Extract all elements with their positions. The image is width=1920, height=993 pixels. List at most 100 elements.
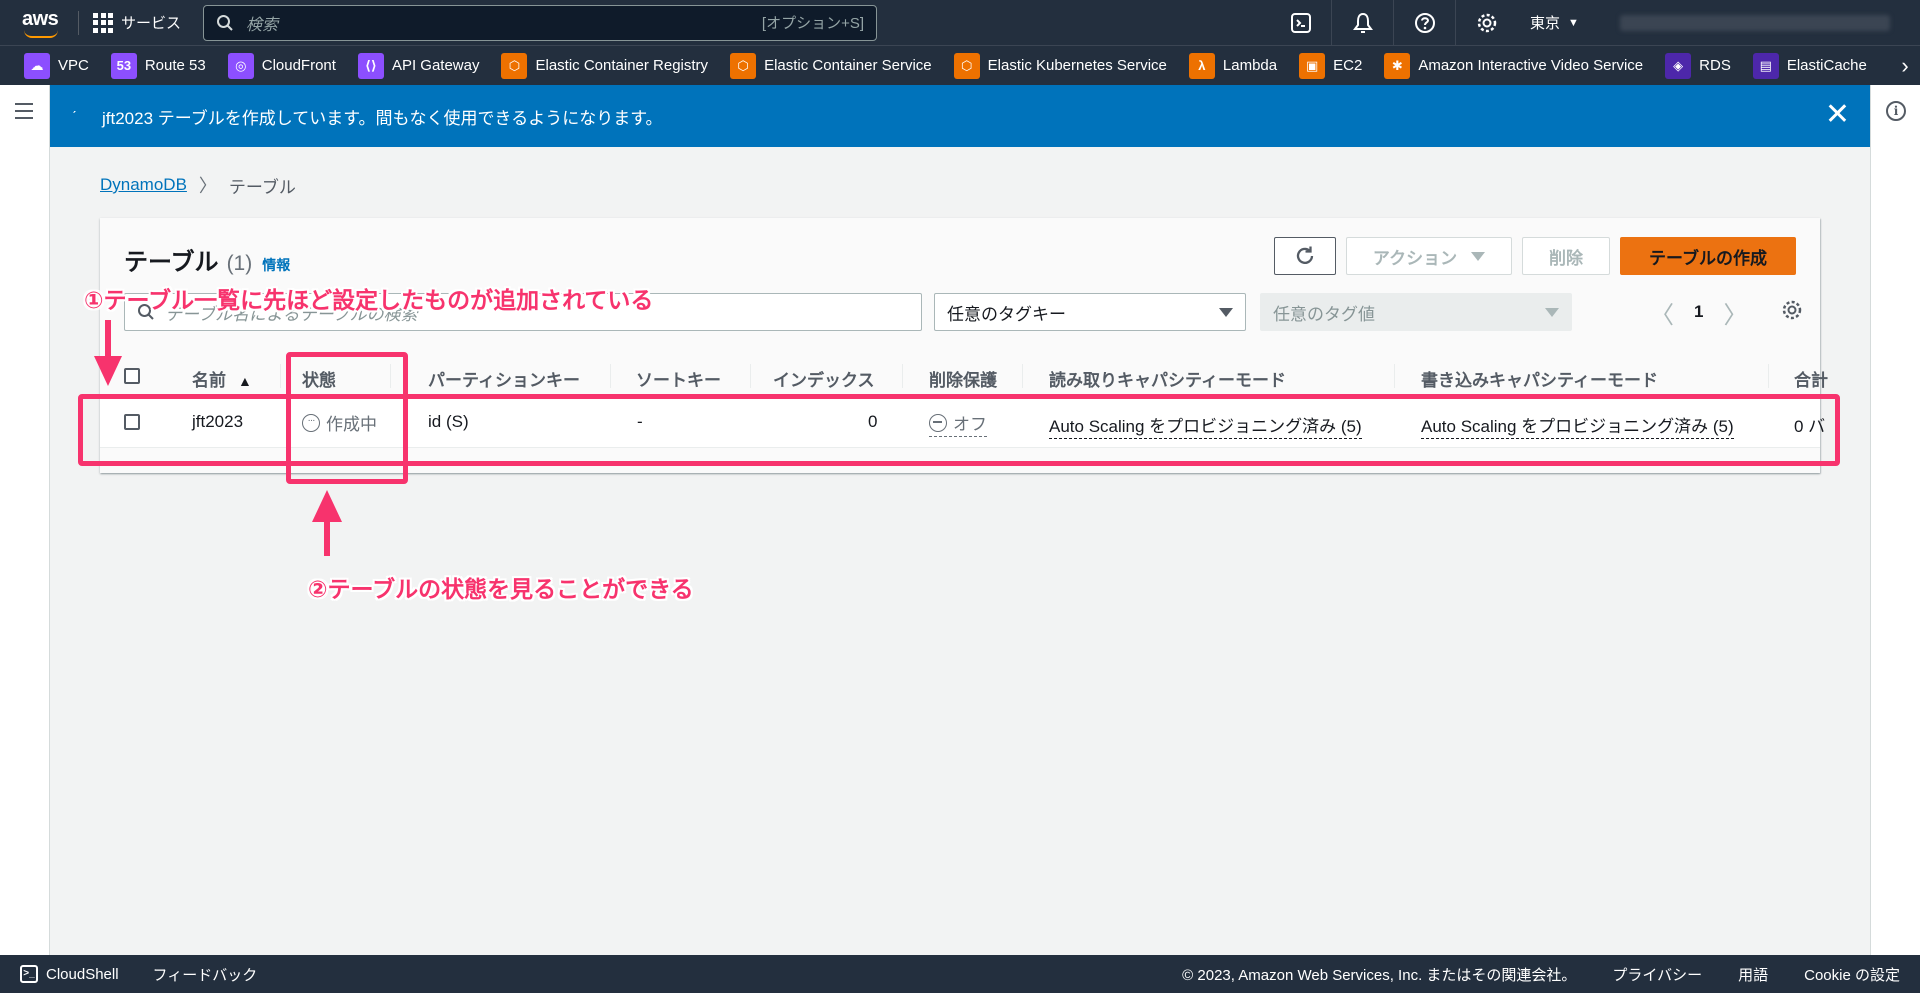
feedback-link[interactable]: フィードバック: [153, 964, 258, 985]
service-icon: ▣: [1299, 52, 1326, 79]
right-side-rail: i: [1870, 85, 1920, 955]
favorite-item[interactable]: 53 Route 53: [110, 52, 206, 79]
create-table-button[interactable]: テーブルの作成: [1620, 237, 1796, 275]
favorite-label: CloudFront: [261, 57, 336, 74]
favorite-item[interactable]: ⬡ Elastic Container Service: [730, 52, 932, 79]
refresh-icon: [1296, 246, 1314, 264]
favorite-item[interactable]: ⬡ Elastic Kubernetes Service: [953, 52, 1167, 79]
cloudshell-label: CloudShell: [46, 965, 119, 983]
favorite-item[interactable]: ◎ CloudFront: [227, 52, 336, 79]
column-header-sort-key[interactable]: ソートキー: [636, 366, 721, 391]
annotation-note-2: ②テーブルの状態を見ることができる: [308, 576, 694, 602]
favorite-label: Route 53: [144, 57, 206, 74]
favorite-label: EC2: [1333, 57, 1363, 74]
refresh-button[interactable]: [1274, 237, 1336, 275]
flash-notification: ˊ jft2023 テーブルを作成しています。間もなく使用できるようになります。…: [50, 85, 1870, 147]
chevron-right-icon[interactable]: 〉: [1723, 295, 1747, 330]
gear-icon: [1783, 300, 1802, 319]
footer-links: © 2023, Amazon Web Services, Inc. またはその関…: [1182, 964, 1900, 985]
terminal-icon: >_: [20, 965, 38, 983]
column-header-deletion-protection[interactable]: 削除保護: [929, 366, 997, 391]
pagination: 〈 1 〉: [1650, 293, 1803, 331]
column-header-name[interactable]: 名前 ▲: [192, 366, 252, 391]
favorite-item[interactable]: λ Lambda: [1188, 52, 1277, 79]
column-header-write-capacity[interactable]: 書き込みキャパシティーモード: [1421, 366, 1658, 391]
favorite-item[interactable]: ⬡ Elastic Container Registry: [501, 52, 708, 79]
favorite-item[interactable]: ◈ RDS: [1665, 52, 1731, 79]
page-title: テーブル: [124, 249, 219, 276]
tag-key-select[interactable]: 任意のタグキー: [934, 293, 1246, 331]
favorite-label: Elastic Kubernetes Service: [987, 57, 1167, 74]
favorite-item[interactable]: ☁ VPC: [24, 52, 89, 79]
service-icon: ⟨⟩: [357, 52, 384, 79]
favorite-label: ElastiCache: [1786, 57, 1867, 74]
chevron-right-icon[interactable]: ›: [1890, 46, 1920, 85]
delete-button[interactable]: 削除: [1522, 237, 1610, 275]
nav-icon-group: [1270, 0, 1518, 45]
close-icon[interactable]: ✕: [1825, 100, 1850, 130]
loading-spinner-icon: ˊ: [72, 108, 77, 124]
services-label: サービス: [121, 15, 182, 32]
caret-down-icon: [1219, 307, 1233, 317]
annotation-arrow-up-icon: [312, 490, 342, 556]
chevron-left-icon[interactable]: 〈: [1650, 295, 1674, 330]
tag-value-select[interactable]: 任意のタグ値: [1260, 293, 1572, 331]
cloudshell-button[interactable]: >_ CloudShell: [20, 965, 119, 983]
help-button[interactable]: [1394, 0, 1456, 45]
column-name-label: 名前: [192, 371, 226, 390]
service-icon: ⬡: [730, 52, 757, 79]
top-navigation: aws サービス 検索 [オプション+S] 東京 ▼: [0, 0, 1920, 45]
caret-down-icon: [1471, 251, 1486, 261]
cloudshell-nav-button[interactable]: [1270, 0, 1332, 45]
panel-header: テーブル (1) 情報: [124, 242, 290, 277]
annotation-status-highlight: [286, 352, 408, 484]
region-selector[interactable]: 東京 ▼: [1530, 0, 1579, 45]
info-link[interactable]: 情報: [262, 255, 290, 275]
column-header-read-capacity[interactable]: 読み取りキャパシティーモード: [1049, 366, 1286, 391]
table-count: (1): [226, 252, 253, 275]
aws-logo-text: aws: [22, 7, 59, 30]
service-icon: ◎: [227, 52, 254, 79]
notifications-button[interactable]: [1332, 0, 1394, 45]
favorite-item[interactable]: ✱ Amazon Interactive Video Service: [1384, 52, 1643, 79]
global-search-input[interactable]: 検索 [オプション+S]: [203, 4, 878, 41]
search-placeholder: 検索: [246, 16, 279, 34]
nav-divider: [78, 10, 79, 35]
column-header-total[interactable]: 合計: [1794, 366, 1828, 391]
copyright: © 2023, Amazon Web Services, Inc. またはその関…: [1182, 966, 1577, 984]
cookie-settings-link[interactable]: Cookie の設定: [1804, 964, 1900, 985]
sort-ascending-icon: ▲: [238, 373, 252, 389]
aws-logo[interactable]: aws: [20, 8, 64, 38]
service-icon: 53: [110, 52, 137, 79]
footer: >_ CloudShell フィードバック © 2023, Amazon Web…: [0, 955, 1920, 993]
service-icon: λ: [1188, 52, 1215, 79]
current-page[interactable]: 1: [1694, 302, 1703, 322]
tag-value-placeholder: 任意のタグ値: [1273, 304, 1375, 324]
terminal-icon: [1290, 12, 1311, 33]
settings-button[interactable]: [1456, 0, 1518, 45]
breadcrumb-dynamodb-link[interactable]: DynamoDB: [100, 175, 187, 195]
actions-dropdown-button[interactable]: アクション: [1346, 237, 1512, 275]
select-all-checkbox[interactable]: [124, 368, 140, 384]
column-header-indexes[interactable]: インデックス: [773, 366, 875, 391]
services-menu-button[interactable]: サービス: [93, 12, 181, 33]
account-menu-button[interactable]: [1620, 15, 1890, 31]
favorite-item[interactable]: ▣ EC2: [1299, 52, 1363, 79]
privacy-link[interactable]: プライバシー: [1612, 964, 1702, 985]
favorite-label: RDS: [1699, 57, 1731, 74]
help-icon: [1414, 12, 1435, 33]
tag-key-placeholder: 任意のタグキー: [947, 304, 1066, 324]
favorite-item[interactable]: ▤ ElastiCache: [1752, 52, 1867, 79]
menu-icon[interactable]: [15, 103, 33, 124]
service-icon: ◈: [1665, 52, 1692, 79]
table-preferences-button[interactable]: [1781, 299, 1803, 326]
info-icon[interactable]: i: [1886, 101, 1906, 121]
service-icon: ⬡: [953, 52, 980, 79]
favorite-item[interactable]: ⟨⟩ API Gateway: [357, 52, 479, 79]
column-header-partition-key[interactable]: パーティションキー: [428, 366, 580, 391]
flash-message: jft2023 テーブルを作成しています。間もなく使用できるようになります。: [102, 108, 663, 128]
annotation-note-1: ①テーブル一覧に先ほど設定したものが追加されている: [84, 287, 654, 313]
service-icon: ▤: [1752, 52, 1779, 79]
terms-link[interactable]: 用語: [1738, 964, 1768, 985]
breadcrumb: DynamoDB 〉 テーブル: [100, 172, 296, 198]
